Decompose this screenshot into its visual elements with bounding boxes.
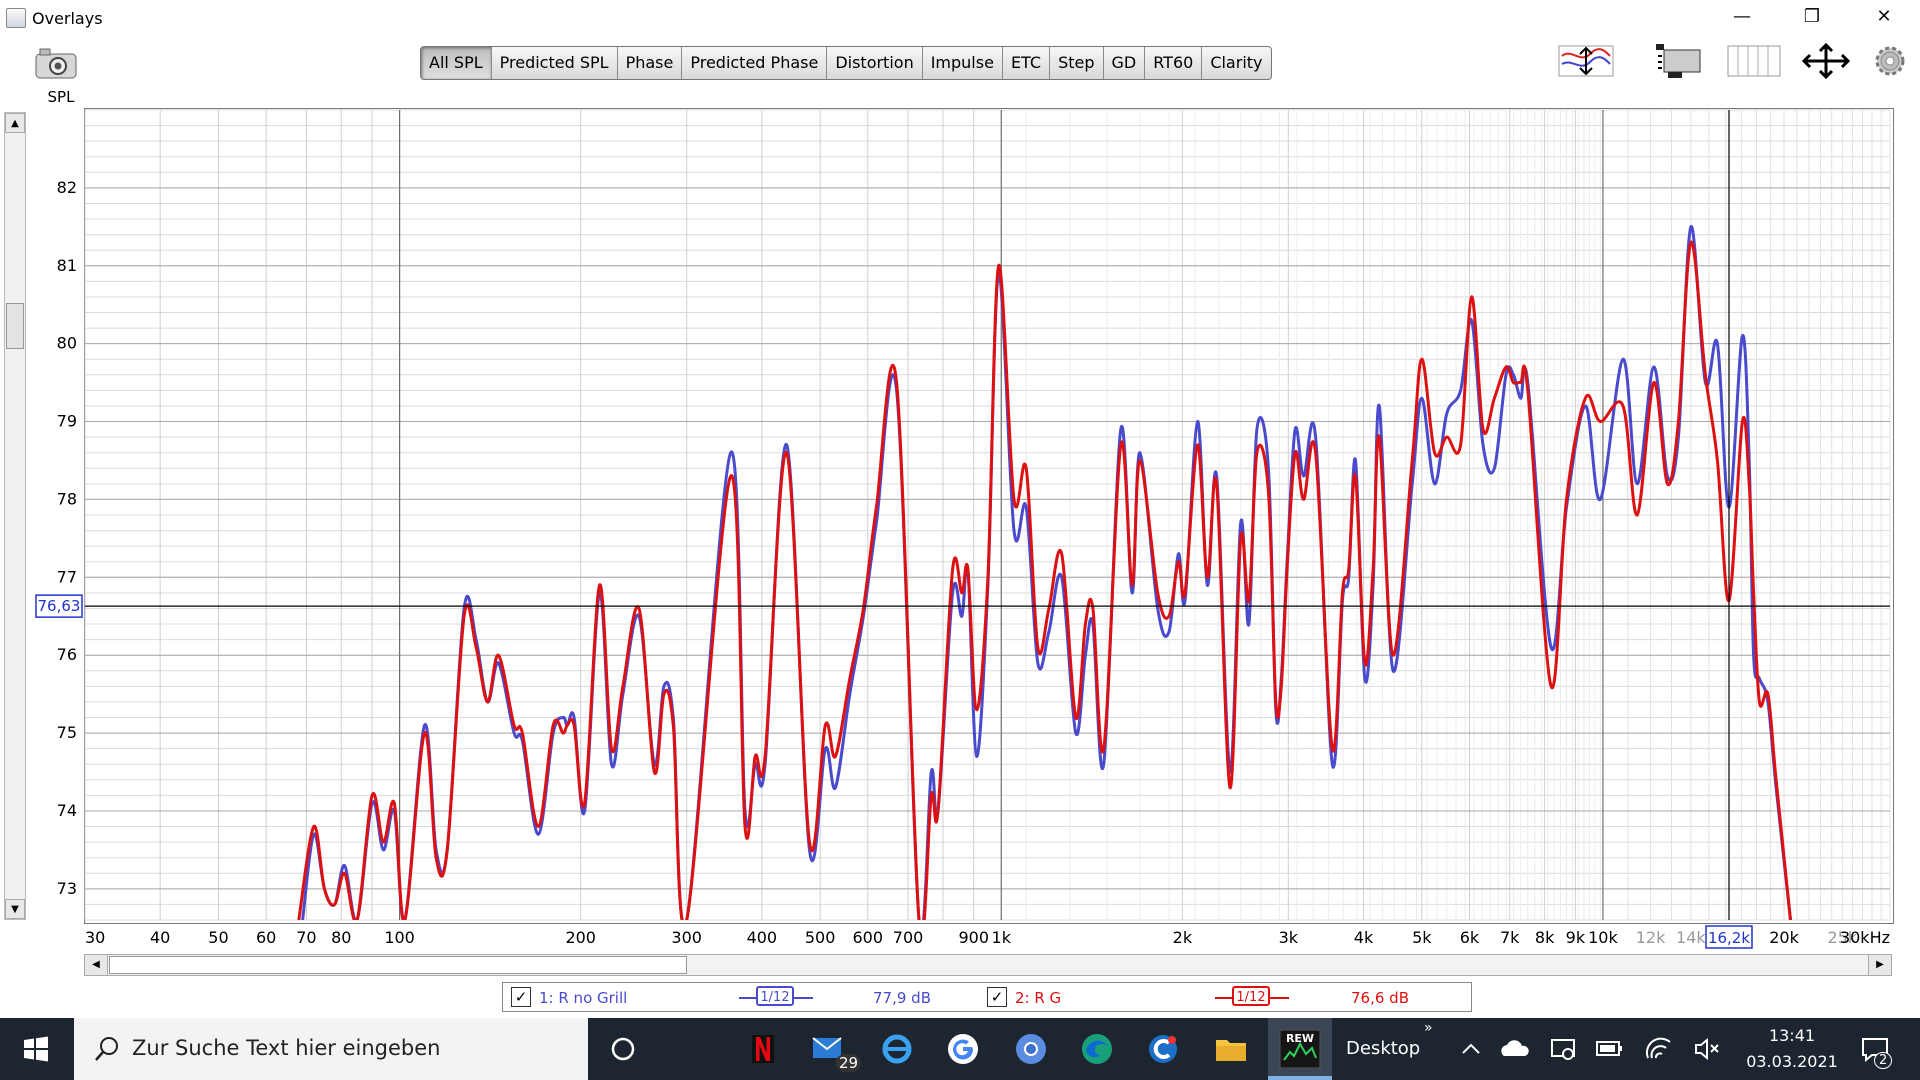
x-tick-label: 600 bbox=[853, 928, 884, 947]
desktop-toolbar-label[interactable]: Desktop bbox=[1346, 1038, 1420, 1059]
x-tick-label: 50 bbox=[208, 928, 228, 947]
x-tick-label: 7k bbox=[1500, 928, 1520, 947]
chevron-up-icon[interactable] bbox=[1452, 1030, 1490, 1068]
x-tick-label: 100 bbox=[384, 928, 415, 947]
y-tick-label: 81 bbox=[57, 256, 77, 275]
cursor-x-readout: 16,2k bbox=[1708, 929, 1750, 947]
edge-icon[interactable] bbox=[1078, 1030, 1116, 1068]
windows-start-icon[interactable] bbox=[0, 1018, 72, 1080]
svg-text:REW: REW bbox=[1286, 1032, 1314, 1045]
measurement-2-checkbox[interactable]: ✓ bbox=[987, 987, 1007, 1007]
search-placeholder: Zur Suche Text hier eingeben bbox=[132, 1036, 441, 1060]
scroll-left-arrow[interactable]: ◀ bbox=[85, 955, 108, 975]
toolbar-overflow-chevron[interactable]: » bbox=[1424, 1020, 1433, 1036]
y-tick-label: 77 bbox=[57, 567, 77, 586]
x-tick-label: 9k bbox=[1566, 928, 1586, 947]
y-tick-label: 79 bbox=[57, 412, 77, 431]
display-settings-icon[interactable] bbox=[1544, 1030, 1582, 1068]
x-tick-label: 900 bbox=[958, 928, 989, 947]
x-tick-label: 2k bbox=[1173, 928, 1193, 947]
x-tick-label: 8k bbox=[1535, 928, 1555, 947]
x-tick-label: 40 bbox=[150, 928, 170, 947]
measurement-1-checkbox[interactable]: ✓ bbox=[511, 987, 531, 1007]
x-tick-label: 1k bbox=[992, 928, 1012, 947]
x-tick-label: 300 bbox=[671, 928, 702, 947]
measurement-2-level: 76,6 dB bbox=[1351, 989, 1409, 1007]
scroll-right-arrow[interactable]: ▶ bbox=[1868, 955, 1891, 975]
x-tick-label: 500 bbox=[805, 928, 836, 947]
battery-icon[interactable] bbox=[1590, 1030, 1628, 1068]
mail-badge: 29 bbox=[836, 1054, 862, 1072]
x-tick-label: 5k bbox=[1412, 928, 1432, 947]
y-tick-label: 73 bbox=[57, 879, 77, 898]
google-icon[interactable] bbox=[944, 1030, 982, 1068]
clock-date[interactable]: 03.03.2021 bbox=[1742, 1052, 1842, 1071]
x-tick-label: 200 bbox=[565, 928, 596, 947]
x-tick-label: 30 bbox=[85, 928, 105, 947]
y-tick-label: 76 bbox=[57, 645, 77, 664]
measurement-1-level: 77,9 dB bbox=[873, 989, 931, 1007]
measurement-legend: ✓ 1: R no Grill 1/12 77,9 dB ✓ 2: R G 1/… bbox=[502, 982, 1472, 1012]
x-tick-label: 12k bbox=[1636, 928, 1666, 947]
x-tick-label: 14k bbox=[1676, 928, 1706, 947]
x-tick-label: 30kHz bbox=[1840, 928, 1890, 947]
onedrive-cloud-icon[interactable] bbox=[1496, 1030, 1534, 1068]
y-tick-label: 75 bbox=[57, 723, 77, 742]
taskbar-search-box[interactable]: Zur Suche Text hier eingeben bbox=[74, 1018, 588, 1080]
x-tick-label: 700 bbox=[893, 928, 924, 947]
x-tick-label: 6k bbox=[1460, 928, 1480, 947]
x-tick-label: 3k bbox=[1279, 928, 1299, 947]
cursor-y-readout: 76,63 bbox=[38, 597, 81, 615]
y-tick-label: 80 bbox=[57, 334, 77, 353]
cortana-icon[interactable] bbox=[604, 1030, 642, 1068]
search-icon bbox=[95, 1037, 118, 1061]
x-tick-label: 20k bbox=[1769, 928, 1799, 947]
measurement-1-smoothing[interactable]: 1/12 bbox=[756, 986, 794, 1006]
measurement-2-name: 2: R G bbox=[1015, 989, 1062, 1007]
rew-app-icon[interactable]: REW bbox=[1278, 1028, 1322, 1070]
ccleaner-icon[interactable] bbox=[1144, 1030, 1182, 1068]
x-tick-label: 4k bbox=[1354, 928, 1374, 947]
windows-taskbar: Zur Suche Text hier eingeben 29 REW Desk… bbox=[0, 1018, 1920, 1080]
spl-overlay-chart[interactable]: 73 74 75 76 77 78 79 80 81 82 30 40 50 60 70 80 100 200 30… bbox=[0, 0, 1920, 960]
measurement-1-name: 1: R no Grill bbox=[539, 989, 628, 1007]
y-tick-label: 82 bbox=[57, 178, 77, 197]
notification-badge: 2 bbox=[1874, 1052, 1893, 1069]
rew-active-indicator bbox=[1268, 1076, 1332, 1080]
file-explorer-icon[interactable] bbox=[1212, 1030, 1250, 1068]
clock-time[interactable]: 13:41 bbox=[1742, 1026, 1842, 1045]
x-tick-label: 400 bbox=[747, 928, 778, 947]
wifi-icon[interactable] bbox=[1640, 1030, 1678, 1068]
chromium-icon[interactable] bbox=[1012, 1030, 1050, 1068]
speaker-muted-icon[interactable] bbox=[1688, 1030, 1726, 1068]
x-tick-label: 60 bbox=[256, 928, 276, 947]
horizontal-scrollbar[interactable]: ◀ ▶ bbox=[84, 954, 1892, 976]
x-tick-label: 80 bbox=[331, 928, 351, 947]
y-tick-label: 78 bbox=[57, 489, 77, 508]
measurement-2-smoothing[interactable]: 1/12 bbox=[1232, 986, 1270, 1006]
x-tick-label: 10k bbox=[1588, 928, 1618, 947]
y-tick-label: 74 bbox=[57, 801, 77, 820]
netflix-icon[interactable] bbox=[744, 1030, 782, 1068]
internet-explorer-icon[interactable] bbox=[878, 1030, 916, 1068]
horizontal-scroll-thumb[interactable] bbox=[109, 956, 687, 974]
x-tick-label: 70 bbox=[296, 928, 316, 947]
